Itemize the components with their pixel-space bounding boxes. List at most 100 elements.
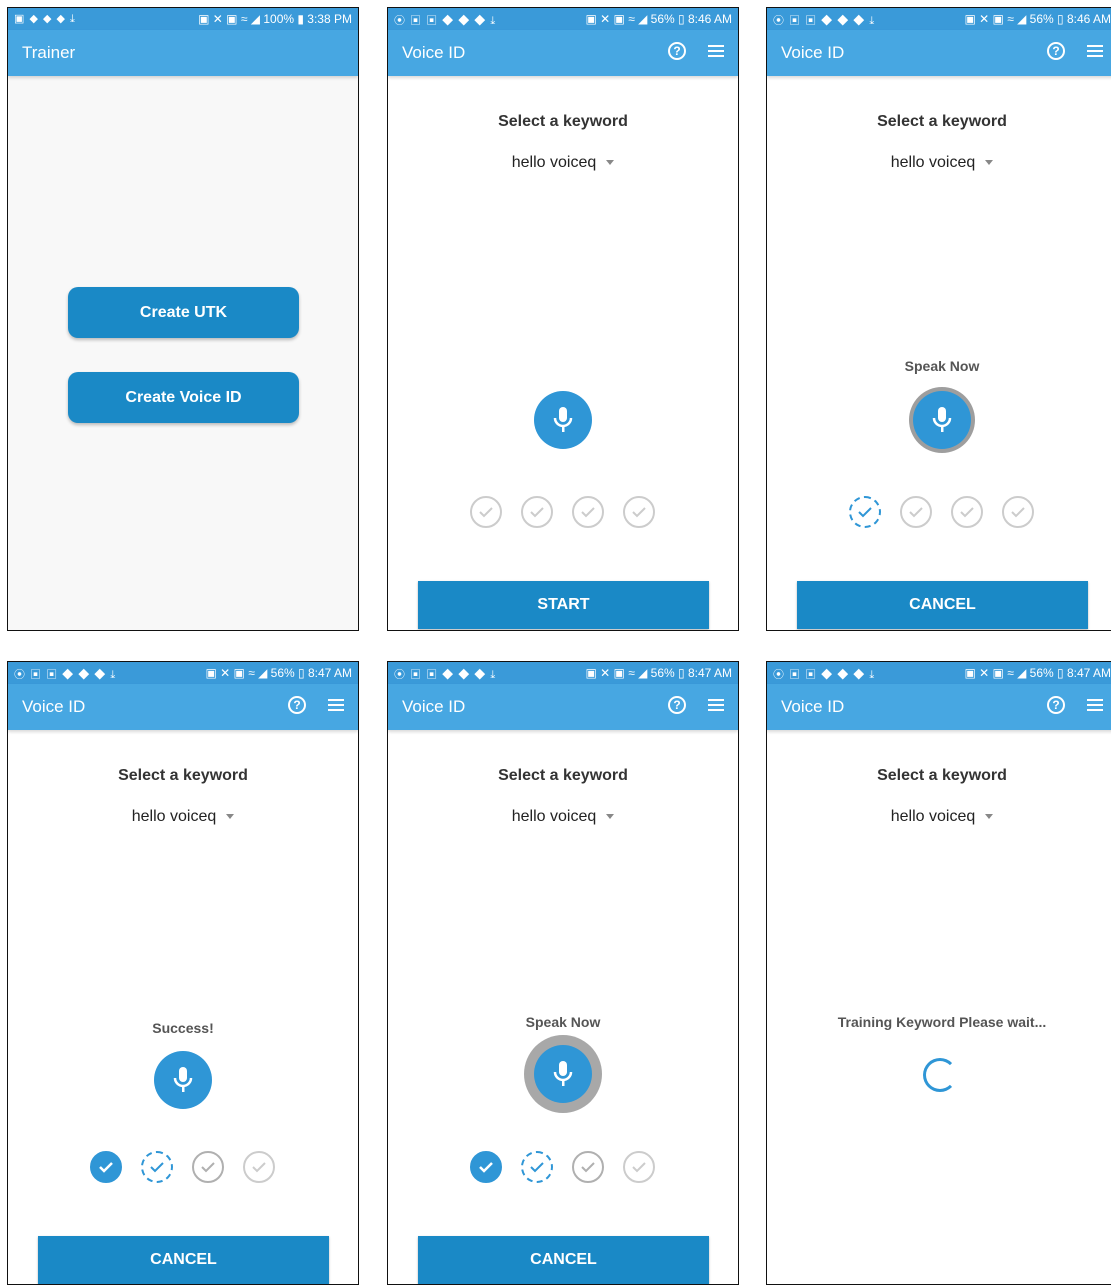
progress-checks [8, 1151, 358, 1185]
screen-voice-id-speak: ⦿ ▣ ▣ ◆ ◆ ◆ ⤓ ▣ ✕ ▣ ≈ ◢ 56% ▯ 8:46 AM Vo… [766, 7, 1111, 631]
notification-icons: ⦿ ▣ ▣ ◆ ◆ ◆ ⤓ [394, 669, 497, 681]
status-right: ▣ ✕ ▣ ≈ ◢ 100% ▮ 3:38 PM [198, 12, 352, 26]
app-bar: Voice ID ? [767, 684, 1111, 730]
app-bar: Trainer [8, 30, 358, 76]
speak-now-text: Speak Now [904, 358, 980, 374]
status-right: ▣ ✕ ▣ ≈ ◢ 56% ▯ 8:46 AM [585, 12, 732, 26]
check-icon [572, 496, 604, 528]
check-icon [849, 496, 881, 528]
dropdown-caret-icon [606, 814, 615, 820]
check-icon [521, 1151, 553, 1183]
app-title: Voice ID [22, 697, 86, 716]
status-bar: ⦿ ▣ ▣ ◆ ◆ ◆ ⤓ ▣ ✕ ▣ ≈ ◢ 56% ▯ 8:46 AM [767, 8, 1111, 30]
app-bar: Voice ID ? [767, 30, 1111, 76]
app-bar: Voice ID ? [8, 684, 358, 730]
progress-checks [767, 496, 1111, 530]
list-menu-icon[interactable] [708, 697, 724, 713]
notification-icons: ⦿ ▣ ▣ ◆ ◆ ◆ ⤓ [773, 15, 876, 27]
notification-icons: ▣ ◆ ◆ ◆ ⤓ [14, 13, 76, 25]
status-bar: ▣ ◆ ◆ ◆ ⤓ ▣ ✕ ▣ ≈ ◢ 100% ▮ 3:38 PM [8, 8, 358, 30]
list-menu-icon[interactable] [1087, 43, 1103, 59]
app-bar: Voice ID ? [388, 30, 738, 76]
microphone-icon [553, 407, 573, 432]
dropdown-caret-icon [606, 160, 615, 166]
status-bar: ⦿ ▣ ▣ ◆ ◆ ◆ ⤓ ▣ ✕ ▣ ≈ ◢ 56% ▯ 8:46 AM [388, 8, 738, 30]
screen-voice-id-start: ⦿ ▣ ▣ ◆ ◆ ◆ ⤓ ▣ ✕ ▣ ≈ ◢ 56% ▯ 8:46 AM Vo… [387, 7, 739, 631]
keyword-select[interactable]: hello voiceq [388, 154, 738, 172]
check-icon [141, 1151, 173, 1183]
status-right: ▣ ✕ ▣ ≈ ◢ 56% ▯ 8:47 AM [205, 666, 352, 680]
keyword-select[interactable]: hello voiceq [767, 808, 1111, 826]
status-right: ▣ ✕ ▣ ≈ ◢ 56% ▯ 8:46 AM [964, 12, 1111, 26]
progress-checks [388, 496, 738, 530]
microphone-icon [932, 407, 952, 432]
keyword-label: Select a keyword [118, 767, 248, 784]
check-icon [470, 496, 502, 528]
keyword-value: hello voiceq [511, 808, 597, 825]
create-voice-id-button[interactable]: Create Voice ID [68, 372, 299, 423]
keyword-label: Select a keyword [498, 767, 628, 784]
keyword-select[interactable]: hello voiceq [767, 154, 1111, 172]
status-right: ▣ ✕ ▣ ≈ ◢ 56% ▯ 8:47 AM [964, 666, 1111, 680]
dropdown-caret-icon [226, 814, 235, 820]
training-text: Training Keyword Please wait... [837, 1014, 1047, 1030]
keyword-value: hello voiceq [511, 154, 597, 171]
list-menu-icon[interactable] [328, 697, 344, 713]
check-icon [243, 1151, 275, 1183]
notification-icons: ⦿ ▣ ▣ ◆ ◆ ◆ ⤓ [394, 15, 497, 27]
check-icon [623, 496, 655, 528]
check-icon [900, 496, 932, 528]
notification-icons: ⦿ ▣ ▣ ◆ ◆ ◆ ⤓ [773, 669, 876, 681]
microphone-button[interactable] [534, 391, 592, 449]
app-title: Voice ID [781, 43, 845, 62]
microphone-icon [173, 1067, 193, 1092]
microphone-icon [553, 1061, 573, 1086]
check-icon [572, 1151, 604, 1183]
app-title: Voice ID [402, 43, 466, 62]
microphone-button[interactable] [534, 1045, 592, 1103]
status-bar: ⦿ ▣ ▣ ◆ ◆ ◆ ⤓ ▣ ✕ ▣ ≈ ◢ 56% ▯ 8:47 AM [8, 662, 358, 684]
app-bar: Voice ID ? [388, 684, 738, 730]
app-title: Voice ID [402, 697, 466, 716]
screen-voice-id-speak-2: ⦿ ▣ ▣ ◆ ◆ ◆ ⤓ ▣ ✕ ▣ ≈ ◢ 56% ▯ 8:47 AM Vo… [387, 661, 739, 1285]
cancel-button[interactable]: CANCEL [797, 581, 1088, 629]
check-icon [623, 1151, 655, 1183]
help-icon[interactable]: ? [1047, 696, 1065, 714]
keyword-label: Select a keyword [877, 767, 1007, 784]
cancel-button[interactable]: CANCEL [418, 1236, 709, 1284]
microphone-button[interactable] [154, 1051, 212, 1109]
help-icon[interactable]: ? [668, 696, 686, 714]
start-button[interactable]: START [418, 581, 709, 629]
dropdown-caret-icon [985, 814, 994, 820]
list-menu-icon[interactable] [1087, 697, 1103, 713]
screen-trainer: ▣ ◆ ◆ ◆ ⤓ ▣ ✕ ▣ ≈ ◢ 100% ▮ 3:38 PM Train… [7, 7, 359, 631]
status-bar: ⦿ ▣ ▣ ◆ ◆ ◆ ⤓ ▣ ✕ ▣ ≈ ◢ 56% ▯ 8:47 AM [388, 662, 738, 684]
check-icon [521, 496, 553, 528]
keyword-value: hello voiceq [890, 808, 976, 825]
loading-spinner-icon [923, 1058, 957, 1092]
keyword-value: hello voiceq [131, 808, 217, 825]
dropdown-caret-icon [985, 160, 994, 166]
check-done-icon [470, 1151, 502, 1183]
app-title: Voice ID [781, 697, 845, 716]
help-icon[interactable]: ? [1047, 42, 1065, 60]
microphone-button[interactable] [913, 391, 971, 449]
cancel-button[interactable]: CANCEL [38, 1236, 329, 1284]
status-bar: ⦿ ▣ ▣ ◆ ◆ ◆ ⤓ ▣ ✕ ▣ ≈ ◢ 56% ▯ 8:47 AM [767, 662, 1111, 684]
check-icon [951, 496, 983, 528]
keyword-label: Select a keyword [877, 113, 1007, 130]
keyword-select[interactable]: hello voiceq [8, 808, 358, 826]
speak-now-text: Speak Now [525, 1014, 601, 1030]
check-done-icon [90, 1151, 122, 1183]
list-menu-icon[interactable] [708, 43, 724, 59]
keyword-label: Select a keyword [498, 113, 628, 130]
app-title: Trainer [22, 43, 76, 62]
help-icon[interactable]: ? [288, 696, 306, 714]
keyword-select[interactable]: hello voiceq [388, 808, 738, 826]
check-icon [1002, 496, 1034, 528]
help-icon[interactable]: ? [668, 42, 686, 60]
keyword-value: hello voiceq [890, 154, 976, 171]
notification-icons: ⦿ ▣ ▣ ◆ ◆ ◆ ⤓ [14, 669, 117, 681]
create-utk-button[interactable]: Create UTK [68, 287, 299, 338]
status-right: ▣ ✕ ▣ ≈ ◢ 56% ▯ 8:47 AM [585, 666, 732, 680]
